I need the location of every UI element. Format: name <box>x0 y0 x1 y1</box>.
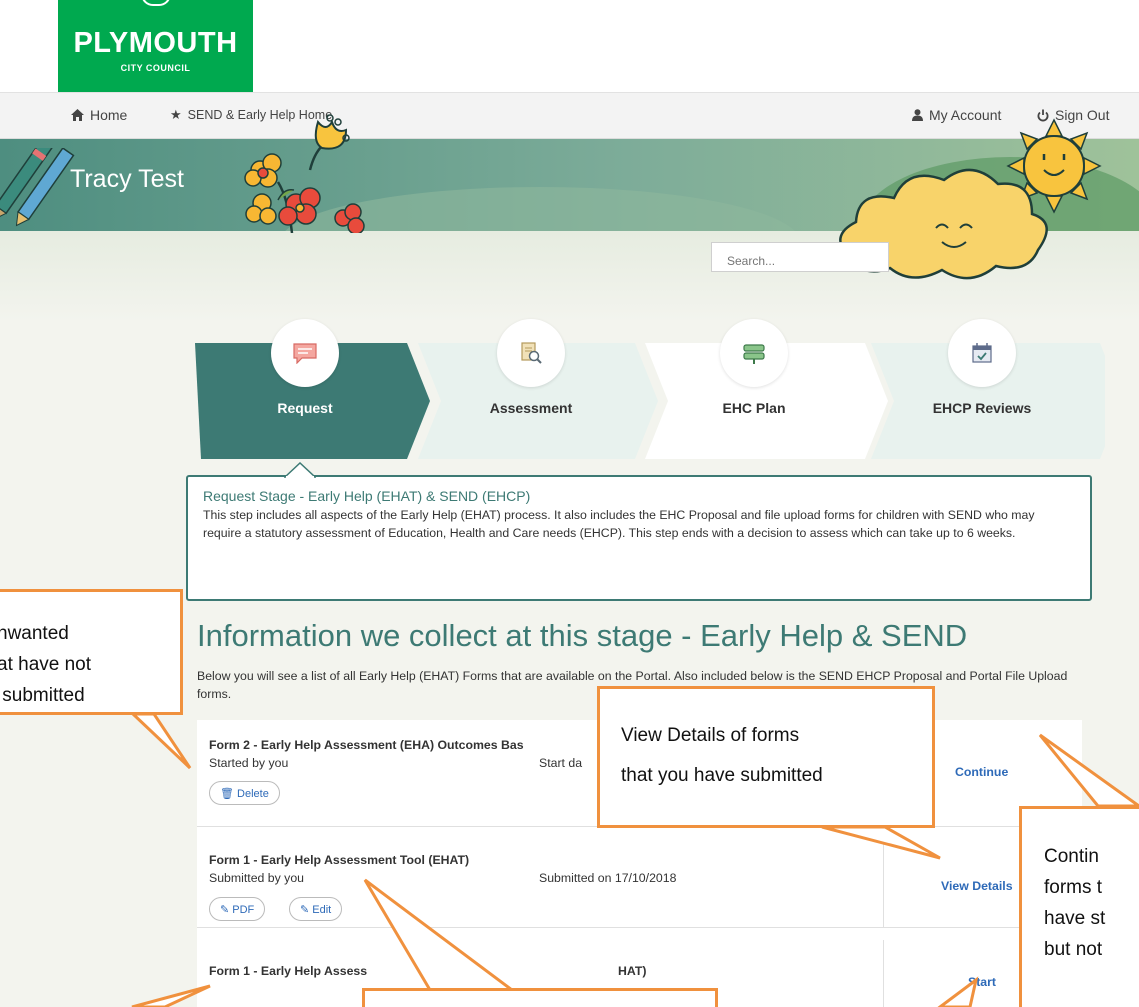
process-steps: Request Assessment EHC Plan EHCP Reviews <box>195 319 1105 459</box>
step-ehc-plan-icon-circle[interactable] <box>720 319 788 387</box>
callout-line: forms t <box>1044 877 1103 898</box>
form-date: Submitted on 17/10/2018 <box>539 871 677 885</box>
callout-line: nwanted <box>0 623 69 644</box>
stage-title: Request Stage - Early Help (EHAT) & SEND… <box>203 488 531 504</box>
crest-icon <box>141 0 171 6</box>
callout-line: submitted <box>0 685 85 706</box>
callout-unwanted-forms: nwanted at have not submitted <box>0 589 183 715</box>
logo-subtitle: CITY COUNCIL <box>120 63 191 73</box>
signpost-icon <box>743 344 765 364</box>
row-divider <box>883 839 884 927</box>
view-details-link[interactable]: View Details <box>941 879 1013 893</box>
pdf-button[interactable]: ✎ PDF <box>209 897 266 921</box>
form-title: Form 1 - Early Help Assess <box>209 964 368 978</box>
trash-icon: 🗑 <box>220 788 234 800</box>
form-title-end: HAT) <box>618 964 647 978</box>
callout-line: have st <box>1044 908 1106 929</box>
step-assessment-icon-circle[interactable] <box>497 319 565 387</box>
callout-edit-forms <box>362 988 718 1007</box>
delete-button[interactable]: 🗑 Delete <box>209 781 280 805</box>
step-ehc-plan[interactable]: EHC Plan <box>654 400 854 416</box>
continue-link[interactable]: Continue <box>955 765 1008 779</box>
callout-line: View Details of forms <box>621 725 800 746</box>
form-date: Start da <box>539 756 583 770</box>
step-ehcp-reviews[interactable]: EHCP Reviews <box>882 400 1082 416</box>
logo-name: PLYMOUTH <box>73 27 238 59</box>
step-request-icon-circle[interactable] <box>271 319 339 387</box>
form-title: Form 2 - Early Help Assessment (EHA) Out… <box>209 738 524 752</box>
step-assessment[interactable]: Assessment <box>431 400 631 416</box>
nav-home-label: Home <box>90 107 128 123</box>
form-status: Started by you <box>209 756 289 770</box>
callout-view-details: View Details of forms that you have subm… <box>597 686 935 828</box>
speech-bubble-icon <box>293 343 317 364</box>
flowers-illustration <box>244 114 365 233</box>
start-link[interactable]: Start <box>968 975 996 989</box>
edit-label: Edit <box>312 904 332 916</box>
callout-continue-forms: Contin forms t have st but not <box>1019 806 1139 1007</box>
form-row: Form 1 - Early Help Assessment Tool (EHA… <box>197 827 1082 928</box>
row-divider <box>883 940 884 1007</box>
delete-label: Delete <box>237 788 269 800</box>
plymouth-logo[interactable]: PLYMOUTH CITY COUNCIL <box>58 0 253 92</box>
crayons-illustration <box>0 148 75 227</box>
callout-line: but not <box>1044 939 1103 960</box>
edit-icon: ✎ <box>220 904 230 916</box>
info-box-pointer <box>284 462 316 478</box>
form-title: Form 1 - Early Help Assessment Tool (EHA… <box>209 853 470 867</box>
edit-icon: ✎ <box>300 904 310 916</box>
callout-line: that you have submitted <box>621 765 823 786</box>
document-search-icon <box>521 342 542 364</box>
edit-button[interactable]: ✎ Edit <box>289 897 343 921</box>
stage-description: This step includes all aspects of the Ea… <box>203 508 1035 540</box>
page: PLYMOUTH CITY COUNCIL Home ★ SEND & Earl… <box>0 0 1139 1007</box>
callout-line: at have not <box>0 654 92 675</box>
calendar-check-icon <box>972 343 992 363</box>
star-icon: ★ <box>170 107 182 122</box>
step-request[interactable]: Request <box>205 400 405 416</box>
home-icon <box>71 109 84 121</box>
section-heading: Information we collect at this stage - E… <box>197 618 968 653</box>
step-ehcp-reviews-icon-circle[interactable] <box>948 319 1016 387</box>
stage-info-box: Request Stage - Early Help (EHAT) & SEND… <box>186 475 1092 601</box>
profile-name: Tracy Test <box>70 165 184 193</box>
callout-line: Contin <box>1044 846 1099 867</box>
search-input[interactable] <box>711 242 889 272</box>
nav-home[interactable]: Home <box>71 107 127 123</box>
pdf-label: PDF <box>232 904 255 916</box>
site-header: PLYMOUTH CITY COUNCIL <box>0 0 1139 92</box>
form-status: Submitted by you <box>209 871 305 885</box>
